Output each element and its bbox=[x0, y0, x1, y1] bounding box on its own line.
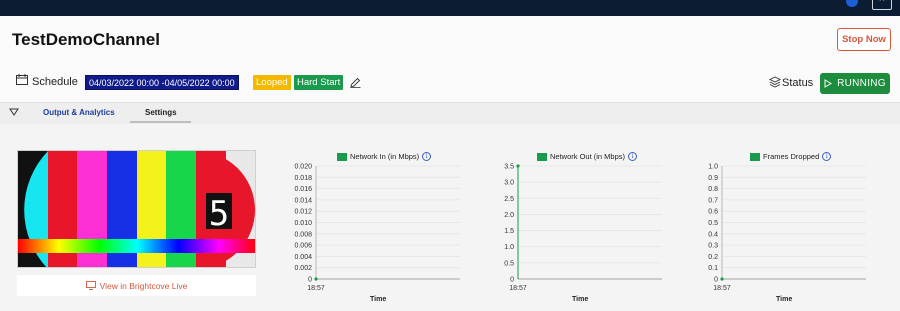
y-tick-label: 2.5 bbox=[504, 196, 514, 203]
looped-badge: Looped bbox=[253, 75, 291, 90]
view-in-brightcove-live-link[interactable]: View in Brightcove Live bbox=[17, 275, 256, 296]
y-tick-label: 2.0 bbox=[504, 212, 514, 219]
y-tick-label: 0.5 bbox=[504, 260, 514, 267]
stop-now-button[interactable]: Stop Now bbox=[837, 28, 891, 51]
y-tick-label: 0.002 bbox=[294, 265, 312, 272]
color-bars-test-pattern: 5 bbox=[18, 151, 255, 267]
monitor-icon bbox=[85, 281, 96, 290]
frames-dropped-chart: Frames Dropped i 1.0 0.9 0.8 0.7 0.6 0.5 0.4 0.… bbox=[686, 148, 876, 308]
y-tick-label: 0.006 bbox=[294, 243, 312, 250]
test-pattern-digit: 5 bbox=[209, 194, 229, 234]
y-tick-label: 0.7 bbox=[708, 197, 718, 204]
y-tick-label: 0.9 bbox=[708, 175, 718, 182]
x-axis-title: Time bbox=[776, 296, 793, 303]
page-title: TestDemoChannel bbox=[12, 30, 160, 49]
network-out-chart: Network Out (in Mbps) i 3.5 3.0 2.5 2.0 1.5 1… bbox=[482, 148, 672, 308]
chart-plot: 0.020 0.018 0.016 0.014 0.012 0.010 0.008 0.006… bbox=[294, 164, 460, 292]
layers-icon bbox=[769, 76, 781, 88]
data-point[interactable] bbox=[720, 277, 724, 281]
y-tick-label: 0.4 bbox=[708, 231, 718, 238]
schedule-label: Schedule bbox=[32, 76, 78, 88]
notification-icon[interactable] bbox=[846, 0, 858, 7]
video-preview: 5 bbox=[17, 150, 256, 268]
hard-start-badge: Hard Start bbox=[294, 75, 344, 90]
y-tick-label: 0.8 bbox=[708, 186, 718, 193]
x-tick-label: 18:57 bbox=[713, 285, 731, 292]
y-tick-label: 0.004 bbox=[294, 254, 312, 261]
y-tick-label: 1.5 bbox=[504, 228, 514, 235]
y-tick-label: 0.1 bbox=[708, 265, 718, 272]
y-tick-label: 0.6 bbox=[708, 209, 718, 216]
running-status-button[interactable]: RUNNING bbox=[820, 73, 890, 94]
status-label: Status bbox=[782, 77, 814, 89]
schedule-date-range: 04/03/2022 00:00 -04/05/2022 00:00 bbox=[85, 75, 239, 90]
data-point[interactable] bbox=[314, 277, 318, 281]
y-tick-label: 1.0 bbox=[708, 164, 718, 171]
x-axis-title: Time bbox=[370, 296, 387, 303]
view-live-label: View in Brightcove Live bbox=[99, 280, 188, 291]
y-tick-label: 0.020 bbox=[294, 164, 312, 171]
top-nav-bar: ^ bbox=[0, 0, 900, 16]
y-tick-label: 0.5 bbox=[708, 220, 718, 227]
y-tick-label: 3.0 bbox=[504, 180, 514, 187]
x-tick-label: 18:57 bbox=[307, 285, 325, 292]
edit-pencil-icon[interactable] bbox=[350, 77, 361, 88]
y-tick-label: 0.012 bbox=[294, 209, 312, 216]
network-in-chart: Network In (in Mbps) i 0.020 0.018 0.016 0.… bbox=[280, 148, 470, 308]
tab-settings[interactable]: Settings bbox=[145, 108, 177, 117]
running-label: RUNNING bbox=[837, 78, 886, 89]
y-tick-label: 0 bbox=[714, 277, 718, 284]
collapse-icon[interactable]: ^ bbox=[872, 0, 892, 10]
play-icon bbox=[824, 79, 833, 88]
tab-output-analytics[interactable]: Output & Analytics bbox=[43, 108, 115, 117]
y-tick-label: 0.018 bbox=[294, 175, 312, 182]
active-tab-indicator bbox=[130, 121, 191, 123]
data-point[interactable] bbox=[516, 164, 520, 168]
y-tick-label: 3.5 bbox=[504, 164, 514, 171]
chart-plot: 1.0 0.9 0.8 0.7 0.6 0.5 0.4 0.3 0.2 0.1 018:57 bbox=[708, 164, 866, 292]
y-tick-label: 0.008 bbox=[294, 231, 312, 238]
calendar-icon bbox=[16, 74, 28, 85]
y-tick-label: 0.2 bbox=[708, 254, 718, 261]
x-tick-label: 18:57 bbox=[509, 285, 527, 292]
y-tick-label: 0.016 bbox=[294, 186, 312, 193]
collapse-toggle-icon[interactable] bbox=[9, 107, 19, 117]
y-tick-label: 1.0 bbox=[504, 244, 514, 251]
chart-plot: 3.5 3.0 2.5 2.0 1.5 1.0 0.5 018:57 bbox=[504, 164, 662, 292]
y-tick-label: 0.014 bbox=[294, 197, 312, 204]
y-tick-label: 0 bbox=[308, 277, 312, 284]
y-tick-label: 0.3 bbox=[708, 243, 718, 250]
y-tick-label: 0.010 bbox=[294, 220, 312, 227]
y-tick-label: 0 bbox=[510, 277, 514, 284]
x-axis-title: Time bbox=[572, 296, 589, 303]
